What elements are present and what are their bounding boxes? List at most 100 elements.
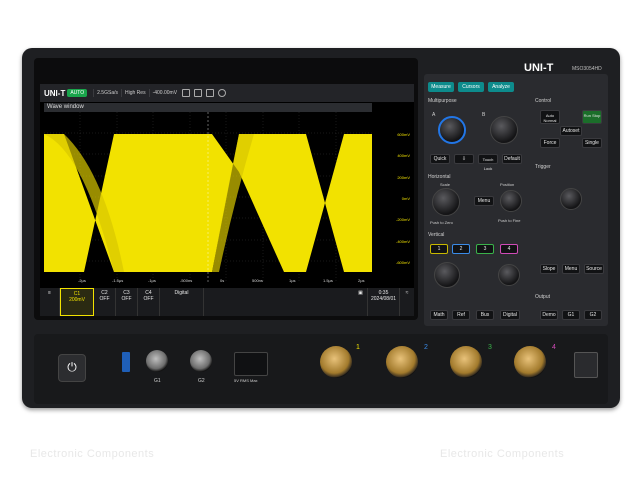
default-button[interactable]: Default [502, 154, 522, 164]
g1-connector[interactable] [146, 350, 168, 372]
force-button[interactable]: Force [540, 138, 560, 148]
channel-2-tile[interactable]: C2 OFF [94, 288, 116, 316]
cursors-button[interactable]: Cursors [458, 82, 484, 92]
ref-button[interactable]: Ref [452, 310, 470, 320]
model-label: MSO3054HD [572, 66, 602, 72]
grid-icon[interactable] [194, 89, 203, 97]
bus-button[interactable]: Bus [476, 310, 494, 320]
measure-button[interactable]: Measure [428, 82, 454, 92]
channel-1-input[interactable] [320, 346, 352, 378]
capture-icon[interactable] [218, 89, 227, 97]
quick-button[interactable]: Quick [430, 154, 450, 164]
slope-button[interactable]: Slope [540, 264, 558, 274]
v-label: 600mV [397, 132, 410, 137]
v-label: 0mV [401, 196, 410, 201]
trigger-menu-button[interactable]: Menu [562, 264, 580, 274]
save-icon-button[interactable]: ⇩ [454, 154, 474, 164]
digital-button[interactable]: Digital [500, 310, 520, 320]
acq-rate[interactable]: 2.5GSa/s [93, 89, 121, 97]
display-icon[interactable] [206, 89, 215, 97]
multipurpose-a-knob[interactable] [438, 116, 466, 144]
time-label: 0s [220, 278, 225, 283]
single-button[interactable]: Single [582, 138, 602, 148]
channel-bar: ≡ C1 200mV C2 OFF C3 OFF C4 OFF Digital … [40, 288, 414, 316]
math-button[interactable]: Math [430, 310, 448, 320]
waveform-plot[interactable] [44, 112, 372, 282]
multipurpose-b-knob[interactable] [490, 116, 518, 144]
channel-4-tile[interactable]: C4 OFF [138, 288, 160, 316]
g2-connector[interactable] [190, 350, 212, 372]
lock-icon[interactable]: ▣ [354, 288, 368, 316]
time-label: 500ns [252, 278, 263, 283]
horizontal-label: Horizontal [428, 174, 451, 180]
horizontal-scale-knob[interactable] [432, 188, 460, 216]
channel-3-input[interactable] [450, 346, 482, 378]
time-label: -1µs [148, 278, 156, 283]
channel-3-tile[interactable]: C3 OFF [116, 288, 138, 316]
time-label: -500ns [180, 278, 193, 283]
horizontal-position-knob[interactable] [500, 190, 522, 212]
clock-area: 0:35 2024/08/01 [368, 288, 400, 316]
ch2-button[interactable]: 2 [452, 244, 470, 254]
digital-tile[interactable]: Digital [160, 288, 204, 316]
g2-button[interactable]: G2 [584, 310, 602, 320]
demo-button[interactable]: Demo [540, 310, 558, 320]
g2-label: G2 [198, 378, 205, 384]
ch1-button[interactable]: 1 [430, 244, 448, 254]
ch-detail: 200mV [69, 297, 85, 303]
auto-normal-button[interactable]: Auto Normal [540, 110, 560, 124]
control-label: Control [535, 98, 552, 104]
top-status-bar: UNI-T AUTO 2.5GSa/s High Res -400.00mV [40, 84, 414, 102]
wifi-icon[interactable]: ≈ [400, 288, 414, 316]
ch1-number: 1 [356, 344, 360, 351]
g1-button[interactable]: G1 [562, 310, 580, 320]
ch2-number: 2 [424, 344, 428, 351]
trigger-level[interactable]: -400.00mV [148, 89, 180, 97]
ch3-number: 3 [488, 344, 492, 351]
channel-4-input[interactable] [514, 346, 546, 378]
digital-label: Digital [174, 290, 189, 296]
horizontal-menu-button[interactable]: Menu [474, 196, 494, 206]
channel-2-input[interactable] [386, 346, 418, 378]
usb-port[interactable] [122, 352, 130, 372]
h-push-fine: Push to Fine [498, 218, 521, 223]
v-label: -200mV [395, 217, 410, 222]
channel-1-tile[interactable]: C1 200mV [60, 288, 94, 316]
settings-icon[interactable] [182, 89, 191, 97]
ch-state: OFF [99, 296, 110, 302]
ch3-button[interactable]: 3 [476, 244, 494, 254]
knob-a-label: A [432, 112, 436, 118]
ch-state: OFF [143, 296, 154, 302]
clock-date: 2024/08/01 [370, 296, 397, 302]
acq-mode[interactable]: High Res [121, 89, 149, 97]
time-label: -1.5µs [112, 278, 124, 283]
g1-label: G1 [154, 378, 161, 384]
run-state-badge[interactable]: AUTO [67, 89, 88, 97]
ch4-number: 4 [552, 344, 556, 351]
source-button[interactable]: Source [584, 264, 604, 274]
ch4-button[interactable]: 4 [500, 244, 518, 254]
multipurpose-label: Multipurpose [428, 98, 457, 104]
voltage-labels: 600mV 400mV 200mV 0mV -200mV -400mV -600… [372, 112, 412, 282]
analyze-button[interactable]: Analyze [488, 82, 514, 92]
knob-b-label: B [482, 112, 486, 118]
time-label: -2µs [78, 278, 86, 283]
brand-logo: UNI-T [524, 62, 554, 74]
watermark-right: Electronic Components [440, 448, 565, 460]
watermark-left: Electronic Components [30, 448, 155, 460]
run-stop-button[interactable]: Run Stop [582, 110, 602, 124]
output-label: Output [535, 294, 551, 300]
trigger-level-knob[interactable] [560, 188, 582, 210]
h-scale-label: Scale [440, 182, 451, 187]
usb-note: 5V RMS Max [234, 378, 258, 383]
vertical-position-knob[interactable] [498, 264, 520, 286]
probe-comp-terminal[interactable] [574, 352, 598, 378]
usb-host-port[interactable] [234, 352, 268, 376]
screen-brand: UNI-T [44, 88, 66, 98]
power-button[interactable]: ⏻ [58, 354, 86, 382]
touch-lock-button[interactable]: Touch Lock [478, 154, 498, 171]
vertical-scale-knob[interactable] [434, 262, 460, 288]
menu-icon[interactable]: ≡ [40, 288, 60, 316]
autoset-button[interactable]: Autoset [560, 126, 582, 136]
h-position-label: Position [500, 182, 515, 187]
